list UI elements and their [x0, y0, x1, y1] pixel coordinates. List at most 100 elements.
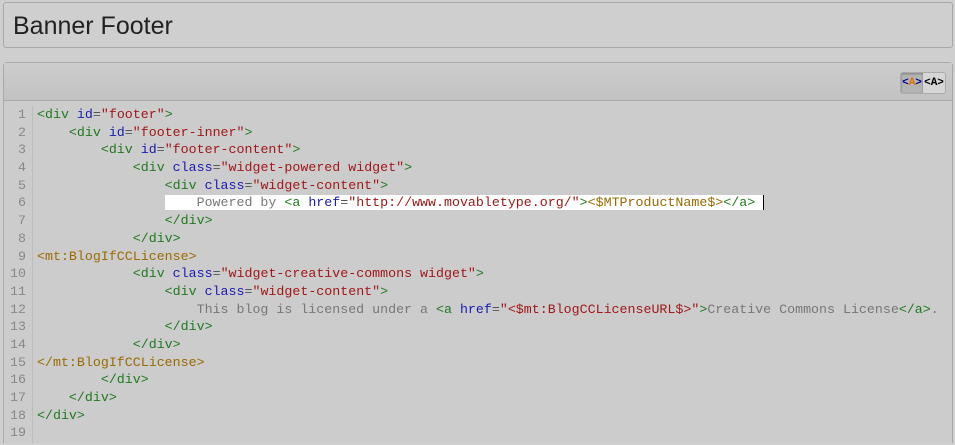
html-tag: > [579, 195, 588, 211]
code-line[interactable]: 17 </div> [4, 389, 952, 407]
line-text: Powered by <a href="http://www.movablety… [37, 194, 765, 212]
attribute-value: "http://www.movabletype.org/" [348, 195, 580, 211]
line-text: This blog is licensed under a <a href="<… [37, 301, 939, 319]
line-text: </div> [37, 407, 85, 425]
attribute-value: "widget-creative-commons widget" [220, 266, 476, 282]
code-line[interactable]: 2 <div id="footer-inner"> [4, 124, 952, 142]
attribute-value: "footer" [100, 107, 165, 122]
code-area[interactable]: 1 <div id="footer"> 2 <div id="footer-inne… [4, 106, 952, 443]
line-number: 13 [10, 319, 26, 335]
highlight-toggle-group: < A > < A > [900, 72, 946, 94]
code-line[interactable]: 9 <mt:BlogIfCCLicense> [4, 248, 952, 266]
html-tag: <a [435, 301, 460, 317]
code-line[interactable]: 13 </div> [4, 318, 952, 336]
html-tag: > [292, 142, 301, 158]
attribute-name: href [459, 301, 492, 317]
html-tag: </div> [68, 390, 117, 405]
line-text: <div class="widget-content"> [37, 283, 388, 301]
html-tag: </div> [164, 213, 213, 229]
text-content: Creative Commons License [707, 301, 899, 317]
code-line[interactable]: 19 [4, 424, 952, 442]
code-line[interactable]: 18 </div> [4, 407, 952, 425]
line-number: 8 [18, 230, 26, 246]
attribute-name: id [76, 107, 93, 122]
line-number: 10 [10, 266, 26, 282]
line-number: 4 [18, 160, 26, 176]
code-line[interactable]: 7 </div> [4, 212, 952, 230]
mt-tag: <mt:BlogIfCCLicense> [37, 248, 197, 264]
line-number: 2 [18, 124, 26, 140]
syntax-highlight-off-button[interactable]: < A > [923, 73, 945, 93]
html-tag: > [164, 107, 173, 122]
code-line[interactable]: 4 <div class="widget-powered widget"> [4, 159, 952, 177]
code-line[interactable]: 10 <div class="widget-creative-commons w… [4, 265, 952, 283]
active-line-highlight: Powered by <a href="http://www.movablety… [164, 195, 765, 211]
code-line[interactable]: 11 <div class="widget-content"> [4, 283, 952, 301]
title-box: Banner Footer [3, 2, 953, 48]
punctuation: = [212, 266, 221, 282]
attribute-name: id [108, 124, 125, 140]
html-tag: <div [164, 283, 205, 299]
code-editor[interactable]: < A > < A > 1 <div id="footer"> 2 <div id="foo… [3, 62, 953, 443]
editor-toolbar: < A > < A > [4, 63, 952, 101]
page-title: Banner Footer [13, 12, 173, 40]
line-text: <div id="footer-content"> [37, 141, 301, 159]
punctuation: = [491, 301, 500, 317]
line-number: 7 [18, 213, 26, 229]
attribute-value: "widget-content" [252, 177, 381, 193]
syntax-highlight-on-button[interactable]: < A > [901, 73, 923, 93]
attribute-value: "footer-inner" [132, 124, 245, 140]
line-number: 12 [10, 301, 26, 317]
html-tag: > [244, 124, 253, 140]
html-tag: </a> [898, 301, 931, 317]
code-line[interactable]: 3 <div id="footer-content"> [4, 141, 952, 159]
html-tag: > [475, 266, 484, 282]
line-text: </div> [37, 212, 213, 230]
line-text: <div class="widget-creative-commons widg… [37, 265, 484, 283]
punctuation: = [156, 142, 165, 158]
code-line[interactable]: 6 Powered by <a href="http://www.movable… [4, 194, 952, 212]
line-text: </div> [37, 371, 149, 389]
line-number: 3 [18, 142, 26, 158]
punctuation: = [124, 124, 133, 140]
code-line[interactable]: 12 This blog is licensed under a <a href… [4, 301, 952, 319]
html-tag: </div> [37, 407, 85, 423]
mt-tag: </mt:BlogIfCCLicense> [37, 354, 205, 370]
mt-tag: <$MTProductName$> [587, 195, 724, 211]
punctuation: = [92, 107, 101, 122]
code-line[interactable]: 1 <div id="footer"> [4, 106, 952, 124]
html-tag: > [404, 160, 413, 176]
attribute-name: class [172, 266, 213, 282]
attribute-name: class [204, 177, 245, 193]
attribute-value: "<$mt:BlogCCLicenseURL$>" [499, 301, 700, 317]
line-number: 16 [10, 372, 26, 388]
code-line[interactable]: 14 </div> [4, 336, 952, 354]
line-text: </div> [37, 318, 213, 336]
code-line[interactable]: 8 </div> [4, 230, 952, 248]
line-text: </div> [37, 336, 181, 354]
line-text: </div> [37, 389, 117, 407]
line-number: 15 [10, 354, 26, 370]
attribute-name: class [204, 283, 245, 299]
line-number: 18 [10, 407, 26, 423]
code-line[interactable]: 15 </mt:BlogIfCCLicense> [4, 354, 952, 372]
html-tag: <div [37, 107, 77, 122]
text-content: . [930, 301, 939, 317]
attribute-value: "widget-powered widget" [220, 160, 405, 176]
html-tag: <div [68, 124, 109, 140]
punctuation: = [212, 160, 221, 176]
html-tag: <div [100, 142, 141, 158]
html-tag: </a> [723, 195, 756, 211]
html-tag: </div> [164, 319, 213, 335]
attribute-value: "footer-content" [164, 142, 293, 158]
code-line[interactable]: 5 <div class="widget-content"> [4, 177, 952, 195]
html-tag: <div [164, 177, 205, 193]
html-tag: </div> [132, 230, 181, 246]
code-line[interactable]: 16 </div> [4, 371, 952, 389]
line-text: <div id="footer"> [37, 106, 173, 124]
line-number: 19 [10, 425, 26, 441]
line-number: 14 [10, 336, 26, 352]
line-number: 5 [18, 177, 26, 193]
text-content: This blog is licensed under a [196, 301, 436, 317]
html-tag: </div> [132, 336, 181, 352]
